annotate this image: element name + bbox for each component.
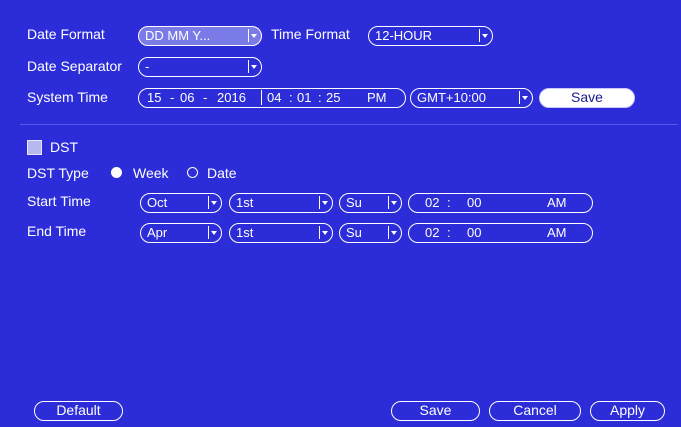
system-hour[interactable]: 04 bbox=[267, 89, 281, 106]
timezone-select[interactable]: GMT+10:00 bbox=[410, 88, 533, 108]
chevron-down-icon bbox=[208, 226, 218, 239]
system-month[interactable]: 06 bbox=[180, 89, 194, 106]
date-format-select[interactable]: DD MM Y... bbox=[138, 26, 262, 46]
dst-type-label: DST Type bbox=[27, 165, 89, 181]
system-time-label: System Time bbox=[27, 89, 108, 105]
dst-type-date-label: Date bbox=[207, 165, 237, 181]
system-day[interactable]: 15 bbox=[147, 89, 161, 106]
end-month-value: Apr bbox=[147, 225, 168, 240]
start-ampm[interactable]: AM bbox=[547, 194, 567, 211]
field-divider bbox=[261, 90, 262, 105]
start-day-value: Su bbox=[346, 195, 362, 210]
date-format-value: DD MM Y... bbox=[145, 28, 211, 43]
start-month-value: Oct bbox=[147, 195, 168, 210]
date-format-label: Date Format bbox=[27, 26, 105, 42]
chevron-down-icon bbox=[319, 226, 329, 239]
dst-label: DST bbox=[50, 139, 78, 155]
chevron-down-icon bbox=[248, 60, 258, 73]
start-minute[interactable]: 00 bbox=[467, 194, 481, 211]
end-month-select[interactable]: Apr bbox=[140, 223, 222, 243]
end-minute[interactable]: 00 bbox=[467, 224, 481, 241]
chevron-down-icon bbox=[519, 91, 529, 104]
chevron-down-icon bbox=[388, 196, 398, 209]
start-week-value: 1st bbox=[236, 195, 254, 210]
end-time-input[interactable]: 02 : 00 AM bbox=[408, 223, 593, 243]
time-sep: : bbox=[318, 90, 322, 105]
time-format-value: 12-HOUR bbox=[375, 28, 433, 43]
chevron-down-icon bbox=[479, 29, 489, 42]
end-week-value: 1st bbox=[236, 225, 254, 240]
chevron-down-icon bbox=[319, 196, 329, 209]
system-time-save-button[interactable]: Save bbox=[539, 88, 635, 108]
dst-type-week-radio[interactable] bbox=[111, 167, 122, 178]
dst-checkbox[interactable] bbox=[27, 140, 42, 155]
cancel-button[interactable]: Cancel bbox=[489, 401, 581, 421]
chevron-down-icon bbox=[208, 196, 218, 209]
default-button[interactable]: Default bbox=[34, 401, 123, 421]
apply-button[interactable]: Apply bbox=[590, 401, 665, 421]
end-ampm[interactable]: AM bbox=[547, 224, 567, 241]
start-hour[interactable]: 02 bbox=[425, 194, 439, 211]
time-sep: : bbox=[289, 90, 293, 105]
end-time-label: End Time bbox=[27, 223, 87, 239]
timezone-value: GMT+10:00 bbox=[417, 90, 487, 105]
time-format-select[interactable]: 12-HOUR bbox=[368, 26, 493, 46]
date-sep: - bbox=[170, 90, 175, 105]
system-second[interactable]: 25 bbox=[326, 89, 340, 106]
time-sep: : bbox=[447, 225, 451, 240]
system-minute[interactable]: 01 bbox=[297, 89, 311, 106]
system-ampm[interactable]: PM bbox=[367, 89, 387, 106]
chevron-down-icon bbox=[388, 226, 398, 239]
date-separator-value: - bbox=[145, 59, 150, 74]
time-format-label: Time Format bbox=[271, 26, 350, 42]
start-time-label: Start Time bbox=[27, 193, 91, 209]
end-day-select[interactable]: Su bbox=[339, 223, 402, 243]
start-month-select[interactable]: Oct bbox=[140, 193, 222, 213]
time-sep: : bbox=[447, 195, 451, 210]
date-separator-label: Date Separator bbox=[27, 58, 122, 74]
end-day-value: Su bbox=[346, 225, 362, 240]
dst-type-date-radio[interactable] bbox=[187, 167, 198, 178]
date-sep: - bbox=[203, 90, 208, 105]
system-year[interactable]: 2016 bbox=[217, 89, 246, 106]
start-day-select[interactable]: Su bbox=[339, 193, 402, 213]
start-week-select[interactable]: 1st bbox=[229, 193, 333, 213]
end-hour[interactable]: 02 bbox=[425, 224, 439, 241]
end-week-select[interactable]: 1st bbox=[229, 223, 333, 243]
dst-type-week-label: Week bbox=[133, 165, 169, 181]
divider bbox=[20, 124, 678, 125]
system-time-input[interactable]: 15 - 06 - 2016 04 : 01 : 25 PM bbox=[138, 88, 406, 108]
save-button[interactable]: Save bbox=[391, 401, 480, 421]
start-time-input[interactable]: 02 : 00 AM bbox=[408, 193, 593, 213]
date-separator-select[interactable]: - bbox=[138, 57, 262, 77]
chevron-down-icon bbox=[248, 29, 258, 42]
